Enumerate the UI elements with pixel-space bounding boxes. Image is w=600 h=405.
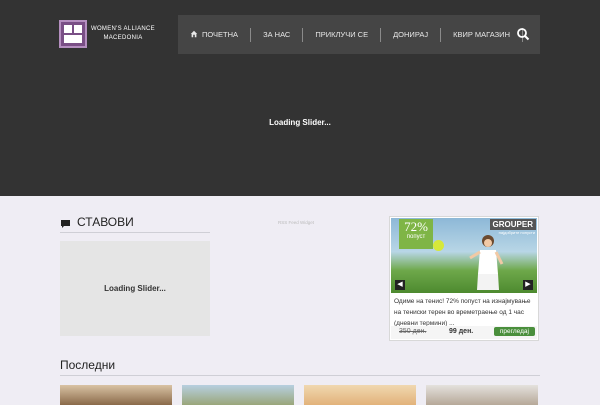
nav-item-join[interactable]: ПРИКЛУЧИ СЕ [303, 27, 382, 42]
deal-footer: 350 ден. 99 ден. прегледај [391, 326, 537, 339]
logo-mark [59, 20, 87, 48]
tennis-ball [433, 240, 444, 251]
deal-widget: 72% попуст GROUPER најдобрите попусти ◀ … [389, 216, 539, 341]
latest-thumb-1[interactable] [60, 385, 172, 405]
grouper-tagline: најдобрите попусти [498, 230, 535, 235]
nav-item-label: КВИР МАГАЗИН [453, 30, 510, 39]
deal-description: Одиме на тенис! 72% попуст на изнајмувањ… [394, 298, 531, 327]
logo-line-1: WOMEN'S ALLIANCE [91, 26, 155, 32]
views-slider: Loading Slider... [60, 241, 210, 336]
home-icon [190, 30, 198, 40]
deal-image[interactable]: 72% попуст GROUPER најдобрите попусти ◀ … [391, 218, 537, 293]
tennis-player-illustration [469, 235, 504, 290]
chevron-right-icon[interactable]: ▶ [523, 280, 533, 290]
chevron-left-icon[interactable]: ◀ [395, 280, 405, 290]
discount-badge: 72% попуст [399, 219, 433, 249]
grouper-logo: GROUPER [489, 219, 536, 230]
latest-divider [60, 375, 540, 376]
hero-loading-text: Loading Slider... [269, 118, 331, 127]
rss-widget-label[interactable]: RSS Feed Widget [278, 220, 314, 225]
discount-percent: 72% [404, 219, 428, 234]
speech-bubble-icon [60, 218, 71, 228]
search-icon[interactable] [516, 27, 530, 41]
nav-item-label: ЗА НАС [263, 30, 291, 39]
latest-heading: Последни [60, 358, 116, 372]
site-logo[interactable]: WOMEN'S ALLIANCE MACEDONIA [59, 20, 155, 48]
discount-label: попуст [406, 234, 426, 240]
latest-thumb-3[interactable] [304, 385, 416, 405]
views-divider [60, 232, 210, 233]
nav-item-about[interactable]: ЗА НАС [251, 27, 304, 42]
main-nav: ПОЧЕТНА ЗА НАС ПРИКЛУЧИ СЕ ДОНИРАЈ КВИР … [178, 15, 540, 54]
nav-item-donate[interactable]: ДОНИРАЈ [381, 27, 442, 42]
latest-thumb-4[interactable] [426, 385, 538, 405]
nav-item-label: ДОНИРАЈ [393, 30, 429, 39]
logo-line-2: MACEDONIA [103, 35, 143, 41]
view-deal-button[interactable]: прегледај [493, 327, 535, 336]
nav-item-home[interactable]: ПОЧЕТНА [178, 27, 252, 42]
new-price: 99 ден. [449, 328, 474, 335]
nav-item-queer-magazine[interactable]: КВИР МАГАЗИН [441, 27, 523, 42]
nav-item-label: ПОЧЕТНА [202, 30, 239, 39]
views-loading-text: Loading Slider... [104, 284, 166, 293]
hero-slider: WOMEN'S ALLIANCE MACEDONIA ПОЧЕТНА ЗА НА… [0, 0, 600, 196]
logo-text: WOMEN'S ALLIANCE MACEDONIA [91, 25, 155, 43]
latest-thumb-2[interactable] [182, 385, 294, 405]
old-price: 350 ден. [399, 328, 427, 335]
nav-item-label: ПРИКЛУЧИ СЕ [315, 30, 369, 39]
views-title: СТАВОВИ [77, 215, 134, 229]
views-heading: СТАВОВИ [60, 215, 134, 229]
